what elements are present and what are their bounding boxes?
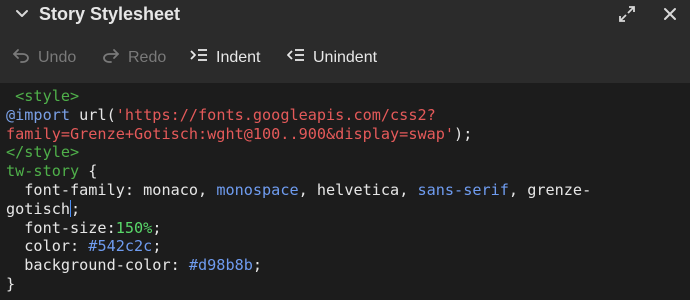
code-line: } <box>6 275 690 294</box>
font-size-value: 150% <box>115 218 153 237</box>
background-color-value: #d98b8b <box>188 256 253 275</box>
style-close-tag: </style> <box>6 143 80 162</box>
panel-titlebar: Story Stylesheet <box>0 0 690 30</box>
url-func: url( <box>70 105 116 124</box>
url-string-part1: 'https://fonts.googleapis.com/css2? <box>115 105 436 124</box>
code-line: tw-story { <box>6 162 690 181</box>
indent-button[interactable]: Indent <box>190 48 260 68</box>
code-line: font-size:150%; <box>6 219 690 238</box>
code-line: font-family: monaco, monospace, helvetic… <box>6 181 690 200</box>
font-size-prop: font-size: <box>6 218 116 237</box>
url-string-part2: family=Grenze+Gotisch:wght@100..900&disp… <box>6 124 455 143</box>
close-brace: } <box>6 274 16 293</box>
color-prop: color: <box>6 237 89 256</box>
code-line: background-color: #d98b8b; <box>6 256 690 275</box>
expand-icon[interactable] <box>617 4 637 24</box>
semicolon: ; <box>152 218 162 237</box>
sans-serif-value: sans-serif <box>417 180 509 199</box>
open-brace: { <box>79 162 98 181</box>
code-line: family=Grenze+Gotisch:wght@100..900&disp… <box>6 125 690 144</box>
code-line: </style> <box>6 143 690 162</box>
undo-label: Undo <box>38 49 77 66</box>
semicolon: ; <box>152 237 162 256</box>
unindent-label: Unindent <box>313 49 378 66</box>
css-code-editor[interactable]: <style> @import url('https://fonts.google… <box>0 83 690 300</box>
background-color-prop: background-color: <box>6 256 189 275</box>
code-line: color: #542c2c; <box>6 237 690 256</box>
import-keyword: @import <box>6 105 71 124</box>
font-family-sep2: , grenze- <box>508 180 592 199</box>
code-line: gotisch; <box>6 199 690 219</box>
style-open-tag: <style> <box>6 87 80 105</box>
semicolon: ; <box>71 199 81 218</box>
redo-button[interactable]: Redo <box>102 48 166 68</box>
indent-icon <box>190 47 216 69</box>
tw-story-selector: tw-story <box>6 162 80 181</box>
code-line: @import url('https://fonts.googleapis.co… <box>6 106 690 125</box>
undo-icon <box>12 47 38 69</box>
gotisch-text: gotisch <box>6 199 71 218</box>
editor-toolbar: Undo Redo Indent Unindent <box>0 42 690 74</box>
redo-icon <box>102 47 128 69</box>
font-family-prop: font-family: monaco, <box>6 180 217 199</box>
color-value: #542c2c <box>88 237 153 256</box>
semicolon: ; <box>252 256 263 275</box>
code-line: <style> <box>6 87 690 106</box>
story-stylesheet-panel: Story Stylesheet Undo Redo Indent Uninde… <box>0 0 690 300</box>
url-end: ); <box>454 124 473 143</box>
indent-label: Indent <box>216 49 261 66</box>
panel-title: Story Stylesheet <box>39 4 181 24</box>
font-family-sep1: , helvetica, <box>298 180 418 199</box>
redo-label: Redo <box>128 49 167 66</box>
chevron-down-icon[interactable] <box>14 7 30 21</box>
unindent-icon <box>287 47 313 69</box>
undo-button[interactable]: Undo <box>12 48 76 68</box>
unindent-button[interactable]: Unindent <box>287 48 377 68</box>
monospace-value: monospace <box>216 180 299 199</box>
close-icon[interactable] <box>661 5 679 23</box>
